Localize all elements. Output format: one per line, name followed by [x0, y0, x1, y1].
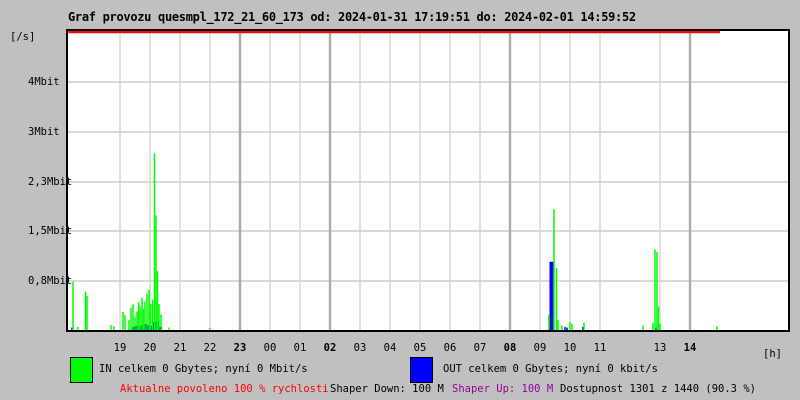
availability-status: Dostupnost 1301 z 1440 (90.3 %) — [560, 383, 756, 395]
x-tick-label: 19 — [113, 342, 127, 354]
graph-title: Graf provozu quesmpl_172_21_60_173 od: 2… — [68, 10, 636, 24]
x-tick-label: 05 — [413, 342, 427, 354]
out-legend-swatch — [410, 357, 433, 383]
x-tick-label: 07 — [473, 342, 487, 354]
y-tick-label: 1,5Mbit — [28, 225, 73, 237]
traffic-graph-page: { "title": "Graf provozu quesmpl_172_21_… — [0, 0, 800, 400]
y-tick-label: 0,8Mbit — [28, 275, 73, 287]
allowed-speed-status: Aktualne povoleno 100 % rychlosti — [120, 383, 329, 395]
x-tick-label: 09 — [533, 342, 547, 354]
out-legend-label: OUT celkem 0 Gbytes; nyní 0 kbit/s — [443, 363, 658, 375]
in-legend-swatch — [70, 357, 93, 383]
y-tick-label: 4Mbit — [28, 76, 60, 88]
plot-area — [66, 29, 790, 332]
y-axis-unit-label: [/s] — [10, 31, 36, 43]
x-tick-label: 00 — [263, 342, 277, 354]
x-tick-label: 04 — [383, 342, 397, 354]
x-tick-label: 02 — [323, 342, 337, 354]
y-tick-label: 3Mbit — [28, 126, 60, 138]
x-tick-label: 03 — [353, 342, 367, 354]
x-tick-label: 14 — [683, 342, 697, 354]
in-legend-label: IN celkem 0 Gbytes; nyní 0 Mbit/s — [99, 363, 308, 375]
shaper-up-status: Shaper Up: 100 M — [452, 383, 554, 395]
x-tick-label: 20 — [143, 342, 157, 354]
shaper-down-status: Shaper Down: 100 M — [330, 383, 444, 395]
y-tick-label: 2,3Mbit — [28, 176, 73, 188]
x-tick-label: 21 — [173, 342, 187, 354]
x-tick-label: 08 — [503, 342, 517, 354]
x-tick-label: 22 — [203, 342, 217, 354]
x-tick-label: 06 — [443, 342, 457, 354]
x-tick-label: 10 — [563, 342, 577, 354]
x-axis-unit-label: [h] — [763, 348, 782, 360]
x-tick-label: 01 — [293, 342, 307, 354]
plot-svg — [68, 31, 788, 330]
x-tick-label: 11 — [593, 342, 607, 354]
x-tick-label: 13 — [653, 342, 667, 354]
x-tick-label: 23 — [233, 342, 247, 354]
